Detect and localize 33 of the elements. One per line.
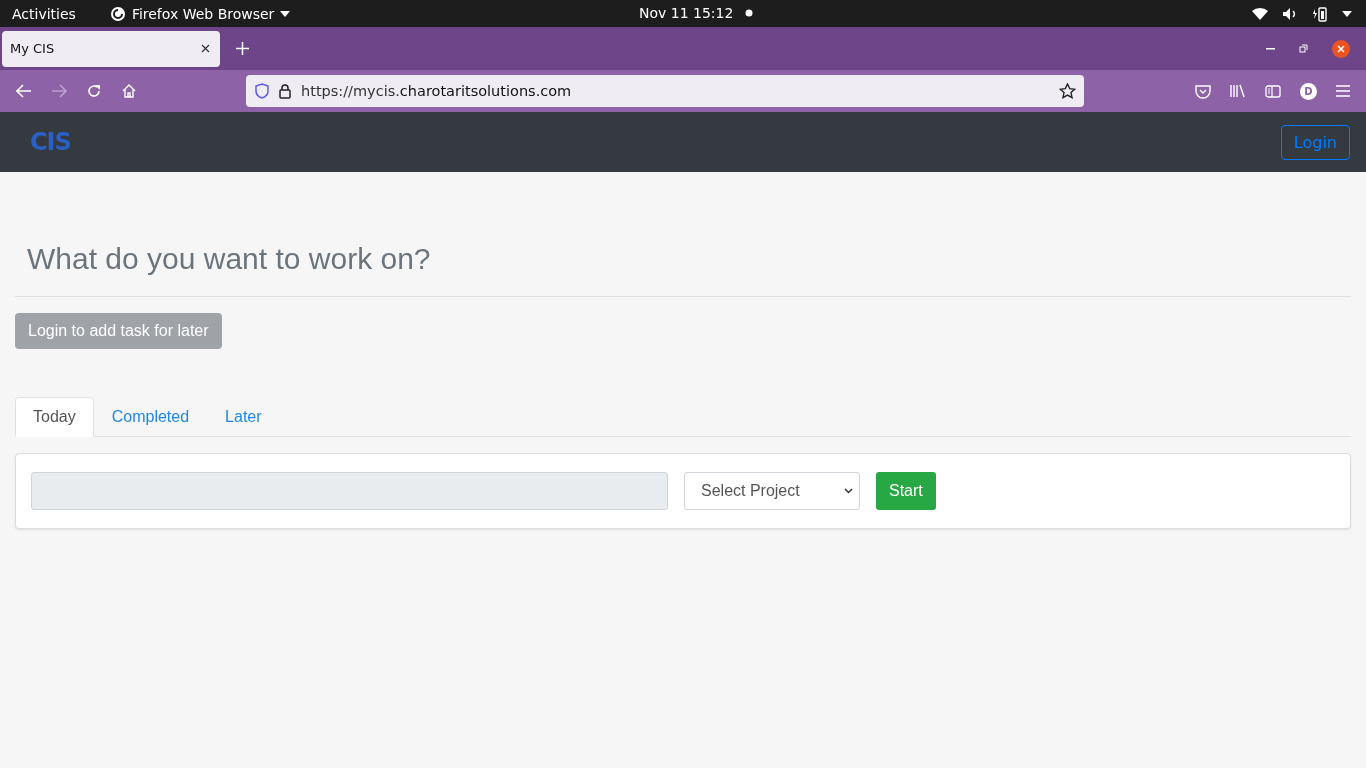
project-select[interactable]: Select Project bbox=[684, 472, 860, 510]
shield-icon[interactable] bbox=[255, 83, 269, 99]
notification-dot-icon bbox=[745, 9, 754, 17]
app-menu[interactable]: Firefox Web Browser bbox=[109, 5, 291, 22]
chevron-icon bbox=[844, 488, 853, 494]
activities-button[interactable]: Activities bbox=[12, 5, 76, 22]
url-text: https://mycis.charotaritsolutions.com bbox=[301, 83, 572, 99]
page-heading: What do you want to work on? bbox=[27, 242, 432, 276]
home-icon[interactable] bbox=[121, 83, 137, 99]
account-avatar[interactable]: D bbox=[1300, 82, 1317, 100]
firefox-icon bbox=[109, 5, 126, 22]
volume-icon[interactable] bbox=[1282, 6, 1298, 21]
battery-icon[interactable] bbox=[1312, 5, 1328, 22]
browser-tab[interactable]: My CIS bbox=[2, 30, 220, 67]
new-tab-icon[interactable] bbox=[236, 42, 249, 55]
reload-icon[interactable] bbox=[86, 83, 102, 99]
address-bar[interactable]: https://mycis.charotaritsolutions.com bbox=[246, 75, 1084, 107]
close-icon[interactable] bbox=[201, 44, 210, 53]
close-icon[interactable] bbox=[1332, 39, 1350, 58]
pocket-icon[interactable] bbox=[1195, 83, 1211, 99]
sidebar-icon[interactable] bbox=[1265, 84, 1281, 98]
library-icon[interactable] bbox=[1230, 84, 1246, 98]
caret-icon[interactable] bbox=[1342, 10, 1352, 17]
tab[interactable]: Today bbox=[15, 397, 94, 437]
back-icon[interactable] bbox=[16, 84, 32, 98]
minimize-icon[interactable] bbox=[1266, 47, 1275, 50]
clock[interactable]: Nov 11 15:12 bbox=[639, 5, 734, 21]
lock-icon[interactable] bbox=[279, 83, 291, 99]
wifi-icon[interactable] bbox=[1252, 6, 1268, 21]
restore-icon[interactable] bbox=[1299, 44, 1308, 53]
star-icon[interactable] bbox=[1059, 83, 1076, 99]
menu-icon[interactable] bbox=[1336, 85, 1350, 97]
caret-icon bbox=[280, 10, 291, 17]
